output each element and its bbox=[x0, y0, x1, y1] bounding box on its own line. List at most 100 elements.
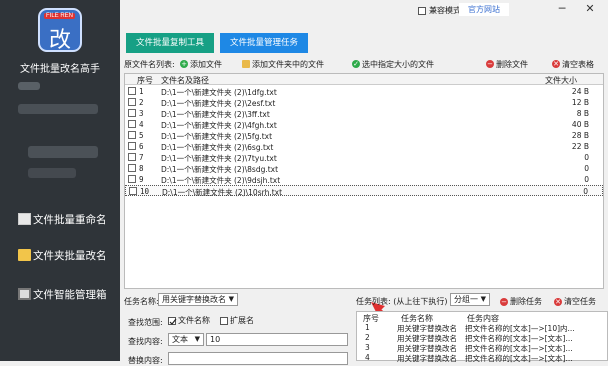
row-size: 8 B bbox=[576, 109, 589, 118]
folder-icon bbox=[18, 249, 31, 261]
row-num: 4 bbox=[139, 120, 144, 129]
task-table[interactable]: 序号 任务名称 任务内容 1 用关键字替换改名 把文件名称的[文本]—>[10]内.… bbox=[356, 311, 608, 363]
close-icon: ✕ bbox=[552, 60, 560, 68]
minimize-button[interactable]: ─ bbox=[552, 2, 572, 16]
app-title: 文件批量改名高手 bbox=[20, 64, 100, 75]
scope-filename-option[interactable]: 文件名称 bbox=[168, 315, 210, 326]
row-checkbox[interactable] bbox=[128, 98, 136, 106]
file-table[interactable]: 序号 文件名及路径 文件大小 1 D:\1一个\新建文件夹 (2)\1dfg.tx… bbox=[124, 73, 604, 349]
task-row-num: 2 bbox=[365, 333, 370, 342]
chevron-down-icon: ▼ bbox=[228, 295, 234, 303]
sidebar-item-label: 文件批量重命名 bbox=[33, 213, 107, 226]
scope-filename-label: 文件名称 bbox=[178, 316, 210, 325]
add-folder-files-label: 添加文件夹中的文件 bbox=[252, 59, 324, 69]
compat-label: 兼容模式 bbox=[429, 6, 461, 15]
content-input[interactable]: 10 bbox=[206, 333, 348, 346]
table-row[interactable]: 3 D:\1一个\新建文件夹 (2)\3ff.txt 8 B bbox=[125, 108, 603, 119]
task-group-select[interactable]: 分组一 ▼ bbox=[450, 293, 490, 306]
row-num: 1 bbox=[139, 87, 144, 96]
row-checkbox[interactable] bbox=[128, 131, 136, 139]
table-header: 序号 文件名及路径 文件大小 bbox=[125, 74, 603, 85]
sidebar-item-label: 文件智能管理箱 bbox=[33, 288, 107, 301]
header-path: 文件名及路径 bbox=[161, 76, 209, 85]
scope-ext-checkbox[interactable] bbox=[220, 316, 228, 325]
row-size: 0 bbox=[584, 164, 589, 173]
row-num: 5 bbox=[139, 131, 144, 140]
sidebar-item-file-rename[interactable]: 文件批量重命名 bbox=[0, 206, 120, 232]
content-label: 查找内容: bbox=[128, 337, 163, 346]
task-name-value: 用关键字替换改名 bbox=[162, 295, 226, 304]
blurred-area bbox=[18, 82, 40, 90]
scope-filename-checkbox[interactable] bbox=[168, 316, 177, 325]
row-size: 40 B bbox=[571, 120, 589, 129]
row-path: D:\1一个\新建文件夹 (2)\10srh.txt bbox=[162, 188, 283, 197]
add-file-button[interactable]: + 添加文件 bbox=[180, 59, 222, 70]
tab-copy-tool[interactable]: 文件批量复制工具 bbox=[126, 33, 214, 53]
task-name-select[interactable]: 用关键字替换改名 ▼ bbox=[158, 293, 238, 306]
table-row[interactable]: 5 D:\1一个\新建文件夹 (2)\5fg.txt 28 B bbox=[125, 130, 603, 141]
content-type-select[interactable]: 文本 ▼ bbox=[168, 333, 204, 346]
close-button[interactable]: ✕ bbox=[580, 2, 600, 16]
row-size: 24 B bbox=[571, 87, 589, 96]
row-num: 9 bbox=[139, 175, 144, 184]
table-row[interactable]: 7 D:\1一个\新建文件夹 (2)\7tyu.txt 0 bbox=[125, 152, 603, 163]
task-name-label: 任务名称: bbox=[124, 297, 159, 306]
scope-ext-option[interactable]: 扩展名 bbox=[220, 315, 254, 326]
task-row[interactable]: 2 用关键字替换改名 把文件名称的[文本]—>[文本]... bbox=[357, 333, 607, 343]
table-row[interactable]: 4 D:\1一个\新建文件夹 (2)\4fgh.txt 40 B bbox=[125, 119, 603, 130]
task-row[interactable]: 1 用关键字替换改名 把文件名称的[文本]—>[10]内... bbox=[357, 323, 607, 333]
task-group-value: 分组一 bbox=[454, 295, 478, 304]
website-link[interactable]: 官方网站 bbox=[459, 3, 509, 16]
select-size-button[interactable]: ✓ 选中指定大小的文件 bbox=[352, 59, 434, 70]
row-checkbox[interactable] bbox=[128, 153, 136, 161]
compat-mode-toggle[interactable]: 兼容模式 bbox=[418, 5, 461, 16]
row-size: 28 B bbox=[571, 131, 589, 140]
add-folder-files-button[interactable]: 添加文件夹中的文件 bbox=[242, 59, 324, 70]
blurred-area bbox=[28, 168, 76, 178]
clear-table-label: 清空表格 bbox=[562, 59, 594, 69]
clear-table-button[interactable]: ✕ 清空表格 bbox=[552, 59, 594, 70]
select-size-label: 选中指定大小的文件 bbox=[362, 59, 434, 69]
table-row[interactable]: 8 D:\1一个\新建文件夹 (2)\8sdg.txt 0 bbox=[125, 163, 603, 174]
delete-file-button[interactable]: − 删除文件 bbox=[486, 59, 528, 70]
delete-task-button[interactable]: − 删除任务 bbox=[500, 296, 542, 307]
main-panel: 兼容模式 官方网站 ─ ✕ 文件批量复制工具 文件批量管理任务 原文件名列表: … bbox=[120, 0, 608, 365]
delete-task-label: 删除任务 bbox=[510, 297, 542, 306]
clear-tasks-button[interactable]: ✕ 清空任务 bbox=[554, 296, 596, 307]
row-checkbox[interactable] bbox=[128, 120, 136, 128]
content-type-value: 文本 bbox=[172, 335, 188, 344]
row-checkbox[interactable] bbox=[128, 87, 136, 95]
table-row[interactable]: 10 D:\1一个\新建文件夹 (2)\10srh.txt 0 bbox=[125, 185, 603, 197]
row-size: 22 B bbox=[571, 142, 589, 151]
row-num: 6 bbox=[139, 142, 144, 151]
replace-input[interactable] bbox=[168, 352, 348, 365]
row-checkbox[interactable] bbox=[129, 187, 137, 195]
table-row[interactable]: 6 D:\1一个\新建文件夹 (2)\6sg.txt 22 B bbox=[125, 141, 603, 152]
app-logo: FILE REN 改 bbox=[38, 8, 82, 53]
task-list-label: 任务列表: (从上往下执行) bbox=[356, 297, 448, 306]
header-size: 文件大小 bbox=[545, 76, 577, 85]
table-row[interactable]: 9 D:\1一个\新建文件夹 (2)\9dsjh.txt 0 bbox=[125, 174, 603, 185]
table-row[interactable]: 2 D:\1一个\新建文件夹 (2)\2esf.txt 12 B bbox=[125, 97, 603, 108]
tab-manage-task[interactable]: 文件批量管理任务 bbox=[220, 33, 308, 53]
task-row[interactable]: 3 用关键字替换改名 把文件名称的[文本]—>[文本]... bbox=[357, 343, 607, 353]
row-checkbox[interactable] bbox=[128, 175, 136, 183]
row-num: 2 bbox=[139, 98, 144, 107]
title-bar: 兼容模式 官方网站 ─ ✕ bbox=[120, 0, 608, 20]
sidebar-item-folder-rename[interactable]: 文件夹批量改名 bbox=[0, 242, 120, 268]
task-row[interactable]: 4 用关键字替换改名 把文件名称的[文本]—>[文本]... bbox=[357, 353, 607, 363]
sidebar-item-file-manager[interactable]: 文件智能管理箱 bbox=[0, 281, 120, 307]
row-checkbox[interactable] bbox=[128, 109, 136, 117]
row-size: 0 bbox=[584, 175, 589, 184]
minus-icon: − bbox=[500, 297, 508, 306]
row-checkbox[interactable] bbox=[128, 164, 136, 172]
scope-label: 查找范围: bbox=[128, 318, 163, 327]
delete-file-label: 删除文件 bbox=[496, 59, 528, 69]
row-checkbox[interactable] bbox=[128, 142, 136, 150]
table-row[interactable]: 1 D:\1一个\新建文件夹 (2)\1dfg.txt 24 B bbox=[125, 86, 603, 97]
compat-checkbox[interactable] bbox=[418, 6, 426, 15]
task-row-content: 把文件名称的[文本]—>[文本]... bbox=[465, 354, 573, 363]
sidebar-item-label: 文件夹批量改名 bbox=[33, 249, 107, 262]
row-num: 8 bbox=[139, 164, 144, 173]
row-num: 3 bbox=[139, 109, 144, 118]
